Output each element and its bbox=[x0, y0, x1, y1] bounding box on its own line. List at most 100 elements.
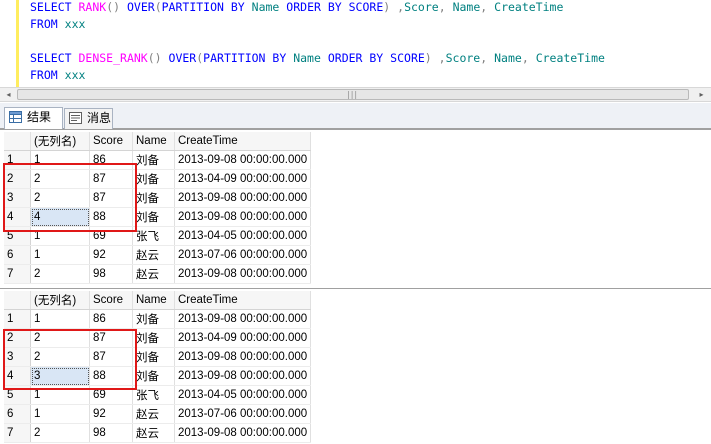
table-cell[interactable]: 刘备 bbox=[132, 366, 175, 386]
row-number-header[interactable] bbox=[4, 291, 31, 310]
table-cell[interactable]: 1 bbox=[30, 245, 90, 265]
row-number[interactable]: 2 bbox=[4, 169, 31, 189]
table-cell[interactable]: 2013-04-09 00:00:00.000 bbox=[174, 328, 312, 348]
table-cell[interactable]: 92 bbox=[89, 245, 133, 265]
table-cell[interactable]: 2 bbox=[30, 169, 90, 189]
row-number[interactable]: 2 bbox=[4, 328, 31, 348]
table-row[interactable]: 3 2 87 刘备 2013-09-08 00:00:00.000 bbox=[4, 347, 312, 367]
table-cell[interactable]: 2013-09-08 00:00:00.000 bbox=[174, 366, 312, 386]
table-cell[interactable]: 1 bbox=[30, 309, 90, 329]
table-cell[interactable]: 2013-09-08 00:00:00.000 bbox=[174, 309, 312, 329]
table-cell[interactable]: 69 bbox=[89, 385, 133, 405]
table-cell[interactable]: 2 bbox=[30, 264, 90, 284]
table-row[interactable]: 7 2 98 赵云 2013-09-08 00:00:00.000 bbox=[4, 264, 312, 284]
table-cell[interactable]: 87 bbox=[89, 347, 133, 367]
column-header[interactable]: Name bbox=[132, 132, 175, 151]
table-cell[interactable]: 2013-07-06 00:00:00.000 bbox=[174, 404, 312, 424]
table-cell[interactable]: 刘备 bbox=[132, 207, 175, 227]
table-cell[interactable]: 赵云 bbox=[132, 264, 175, 284]
table-cell[interactable]: 1 bbox=[30, 226, 90, 246]
table-cell[interactable]: 2013-04-09 00:00:00.000 bbox=[174, 169, 312, 189]
row-number[interactable]: 1 bbox=[4, 150, 31, 170]
row-number[interactable]: 3 bbox=[4, 347, 31, 367]
table-cell[interactable]: 87 bbox=[89, 328, 133, 348]
table-cell[interactable]: 2013-09-08 00:00:00.000 bbox=[174, 347, 312, 367]
table-row[interactable]: 6 1 92 赵云 2013-07-06 00:00:00.000 bbox=[4, 245, 312, 265]
table-cell[interactable]: 张飞 bbox=[132, 226, 175, 246]
row-number[interactable]: 4 bbox=[4, 366, 31, 386]
column-header[interactable]: (无列名) bbox=[30, 132, 90, 151]
table-row[interactable]: 1 1 86 刘备 2013-09-08 00:00:00.000 bbox=[4, 150, 312, 170]
scroll-right-arrow-icon[interactable]: ▸ bbox=[695, 89, 708, 101]
table-cell[interactable]: 92 bbox=[89, 404, 133, 424]
column-header[interactable]: Score bbox=[89, 291, 133, 310]
table-cell[interactable]: 2013-09-08 00:00:00.000 bbox=[174, 207, 312, 227]
table-cell[interactable]: 刘备 bbox=[132, 150, 175, 170]
scrollbar-thumb[interactable]: ||| bbox=[17, 89, 689, 100]
column-header[interactable]: CreateTime bbox=[174, 132, 312, 151]
row-number-header[interactable] bbox=[4, 132, 31, 151]
table-cell[interactable]: 2013-04-05 00:00:00.000 bbox=[174, 385, 312, 405]
row-number[interactable]: 6 bbox=[4, 404, 31, 424]
column-header[interactable]: (无列名) bbox=[30, 291, 90, 310]
table-cell[interactable]: 88 bbox=[89, 366, 133, 386]
selected-cell[interactable]: 3 bbox=[30, 366, 90, 386]
table-cell[interactable]: 2 bbox=[30, 188, 90, 208]
table-cell[interactable]: 2013-09-08 00:00:00.000 bbox=[174, 423, 312, 443]
table-cell[interactable]: 86 bbox=[89, 150, 133, 170]
results-grid-rank[interactable]: (无列名) Score Name CreateTime 1 1 86 刘备 2013-0… bbox=[0, 129, 711, 287]
table-cell[interactable]: 1 bbox=[30, 150, 90, 170]
table-cell[interactable]: 2013-09-08 00:00:00.000 bbox=[174, 150, 312, 170]
column-header[interactable]: Score bbox=[89, 132, 133, 151]
table-cell[interactable]: 2 bbox=[30, 347, 90, 367]
table-cell[interactable]: 98 bbox=[89, 264, 133, 284]
table-cell[interactable]: 2013-04-05 00:00:00.000 bbox=[174, 226, 312, 246]
table-cell[interactable]: 1 bbox=[30, 385, 90, 405]
table-cell[interactable]: 87 bbox=[89, 169, 133, 189]
table-row[interactable]: 7 2 98 赵云 2013-09-08 00:00:00.000 bbox=[4, 423, 312, 443]
table-cell[interactable]: 赵云 bbox=[132, 245, 175, 265]
table-cell[interactable]: 刘备 bbox=[132, 169, 175, 189]
column-header[interactable]: CreateTime bbox=[174, 291, 312, 310]
table-row[interactable]: 1 1 86 刘备 2013-09-08 00:00:00.000 bbox=[4, 309, 312, 329]
table-cell[interactable]: 刘备 bbox=[132, 347, 175, 367]
row-number[interactable]: 7 bbox=[4, 264, 31, 284]
column-header[interactable]: Name bbox=[132, 291, 175, 310]
table-cell[interactable]: 2013-09-08 00:00:00.000 bbox=[174, 188, 312, 208]
table-row[interactable]: 2 2 87 刘备 2013-04-09 00:00:00.000 bbox=[4, 328, 312, 348]
row-number[interactable]: 7 bbox=[4, 423, 31, 443]
tab-messages[interactable]: 消息 bbox=[64, 108, 113, 129]
row-number[interactable]: 5 bbox=[4, 226, 31, 246]
table-cell[interactable]: 赵云 bbox=[132, 404, 175, 424]
table-row[interactable]: 4 4 88 刘备 2013-09-08 00:00:00.000 bbox=[4, 207, 312, 227]
row-number[interactable]: 1 bbox=[4, 309, 31, 329]
row-number[interactable]: 6 bbox=[4, 245, 31, 265]
table-row[interactable]: 2 2 87 刘备 2013-04-09 00:00:00.000 bbox=[4, 169, 312, 189]
row-number[interactable]: 3 bbox=[4, 188, 31, 208]
table-cell[interactable]: 69 bbox=[89, 226, 133, 246]
results-grid-dense-rank[interactable]: (无列名) Score Name CreateTime 1 1 86 刘备 2013-0… bbox=[0, 288, 711, 444]
table-cell[interactable]: 张飞 bbox=[132, 385, 175, 405]
selected-cell[interactable]: 4 bbox=[30, 207, 90, 227]
horizontal-scrollbar[interactable]: ◂ ||| ▸ bbox=[0, 87, 711, 102]
table-cell[interactable]: 98 bbox=[89, 423, 133, 443]
table-cell[interactable]: 1 bbox=[30, 404, 90, 424]
table-cell[interactable]: 赵云 bbox=[132, 423, 175, 443]
table-cell[interactable]: 刘备 bbox=[132, 328, 175, 348]
table-cell[interactable]: 86 bbox=[89, 309, 133, 329]
table-cell[interactable]: 87 bbox=[89, 188, 133, 208]
sql-editor[interactable]: SELECT RANK() OVER(PARTITION BY Name ORD… bbox=[0, 0, 711, 87]
table-row[interactable]: 6 1 92 赵云 2013-07-06 00:00:00.000 bbox=[4, 404, 312, 424]
tab-results[interactable]: 结果 bbox=[4, 107, 63, 129]
table-row[interactable]: 4 3 88 刘备 2013-09-08 00:00:00.000 bbox=[4, 366, 312, 386]
table-row[interactable]: 3 2 87 刘备 2013-09-08 00:00:00.000 bbox=[4, 188, 312, 208]
scroll-left-arrow-icon[interactable]: ◂ bbox=[2, 89, 15, 101]
row-number[interactable]: 5 bbox=[4, 385, 31, 405]
row-number[interactable]: 4 bbox=[4, 207, 31, 227]
table-cell[interactable]: 2013-07-06 00:00:00.000 bbox=[174, 245, 312, 265]
table-cell[interactable]: 88 bbox=[89, 207, 133, 227]
table-cell[interactable]: 刘备 bbox=[132, 188, 175, 208]
table-cell[interactable]: 2013-09-08 00:00:00.000 bbox=[174, 264, 312, 284]
table-cell[interactable]: 2 bbox=[30, 328, 90, 348]
table-row[interactable]: 5 1 69 张飞 2013-04-05 00:00:00.000 bbox=[4, 226, 312, 246]
